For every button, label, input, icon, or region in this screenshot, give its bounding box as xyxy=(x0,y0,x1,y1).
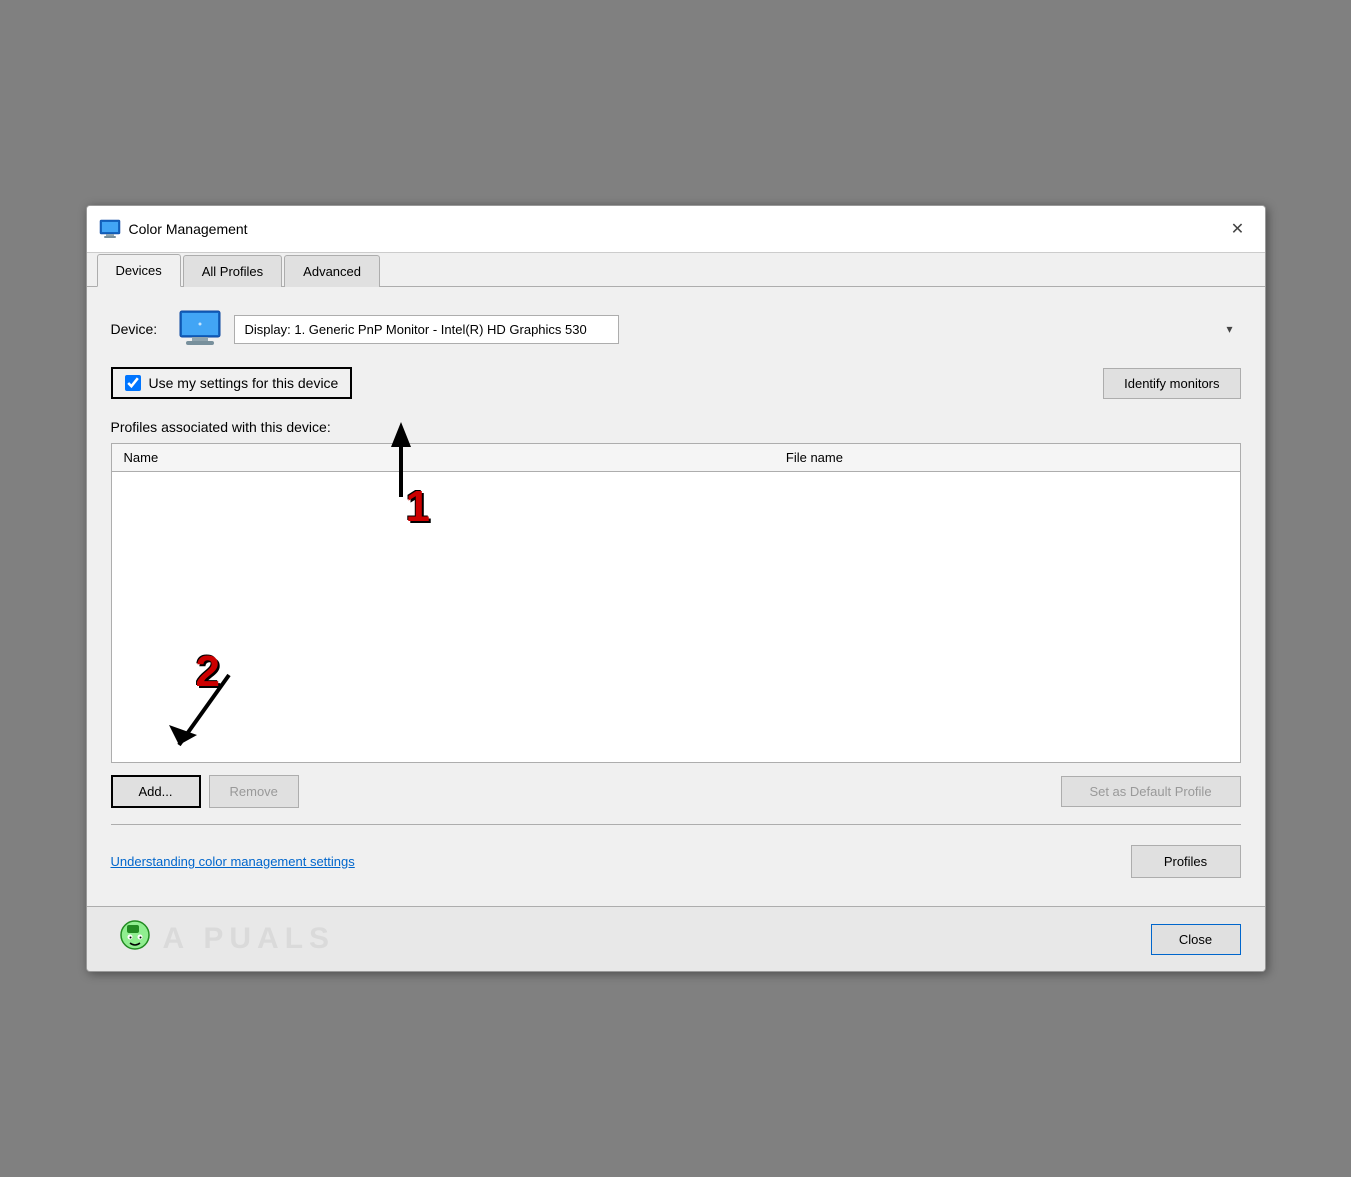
bottom-bar-inner: A PUALS Close xyxy=(111,915,1241,963)
bottom-bar: A PUALS Close xyxy=(87,906,1265,971)
content-area: Device: Display: 1. Generic PnP Monitor … xyxy=(87,287,1265,906)
title-bar: Color Management ✕ xyxy=(87,206,1265,253)
profiles-section-label: Profiles associated with this device: xyxy=(111,419,1241,435)
use-settings-checkbox[interactable] xyxy=(125,375,141,391)
close-button[interactable]: Close xyxy=(1151,924,1241,955)
buttons-row: 2 Add... Remove Set as Default Profile xyxy=(111,775,1241,808)
identify-monitors-button[interactable]: Identify monitors xyxy=(1103,368,1240,399)
window-icon xyxy=(99,218,121,240)
tab-advanced[interactable]: Advanced xyxy=(284,255,380,287)
use-settings-checkbox-group[interactable]: Use my settings for this device xyxy=(111,367,353,399)
profiles-button[interactable]: Profiles xyxy=(1131,845,1241,878)
table-header-name: Name xyxy=(124,450,786,465)
watermark: A PUALS xyxy=(111,915,336,963)
tab-bar: Devices All Profiles Advanced xyxy=(87,253,1265,287)
table-wrapper: Name File name xyxy=(111,443,1241,763)
table-body xyxy=(112,472,1240,752)
tab-devices[interactable]: Devices xyxy=(97,254,181,287)
remove-button[interactable]: Remove xyxy=(209,775,299,808)
color-management-link[interactable]: Understanding color management settings xyxy=(111,854,355,869)
watermark-text: A PUALS xyxy=(163,922,336,956)
title-bar-left: Color Management xyxy=(99,218,248,240)
window-title: Color Management xyxy=(129,221,248,237)
monitor-device-icon xyxy=(178,307,222,351)
profiles-table-container[interactable]: Name File name xyxy=(111,443,1241,763)
tab-all-profiles[interactable]: All Profiles xyxy=(183,255,282,287)
checkbox-row: Use my settings for this device Identify… xyxy=(111,367,1241,399)
buttons-left: Add... Remove xyxy=(111,775,299,808)
separator xyxy=(111,824,1241,825)
checkbox-area: Use my settings for this device Identify… xyxy=(111,367,1241,399)
device-select[interactable]: Display: 1. Generic PnP Monitor - Intel(… xyxy=(234,315,619,344)
device-row: Device: Display: 1. Generic PnP Monitor … xyxy=(111,307,1241,351)
appuals-mascot xyxy=(111,915,159,963)
table-header-filename: File name xyxy=(786,450,1228,465)
use-settings-label[interactable]: Use my settings for this device xyxy=(149,375,339,391)
add-button[interactable]: Add... xyxy=(111,775,201,808)
footer-row: Understanding color management settings … xyxy=(111,837,1241,886)
device-label: Device: xyxy=(111,321,166,337)
table-header: Name File name xyxy=(112,444,1240,472)
color-management-window: Color Management ✕ Devices All Profiles … xyxy=(86,205,1266,972)
set-default-profile-button[interactable]: Set as Default Profile xyxy=(1061,776,1241,807)
device-select-wrapper[interactable]: Display: 1. Generic PnP Monitor - Intel(… xyxy=(234,315,1241,344)
window-close-button[interactable]: ✕ xyxy=(1223,214,1253,244)
